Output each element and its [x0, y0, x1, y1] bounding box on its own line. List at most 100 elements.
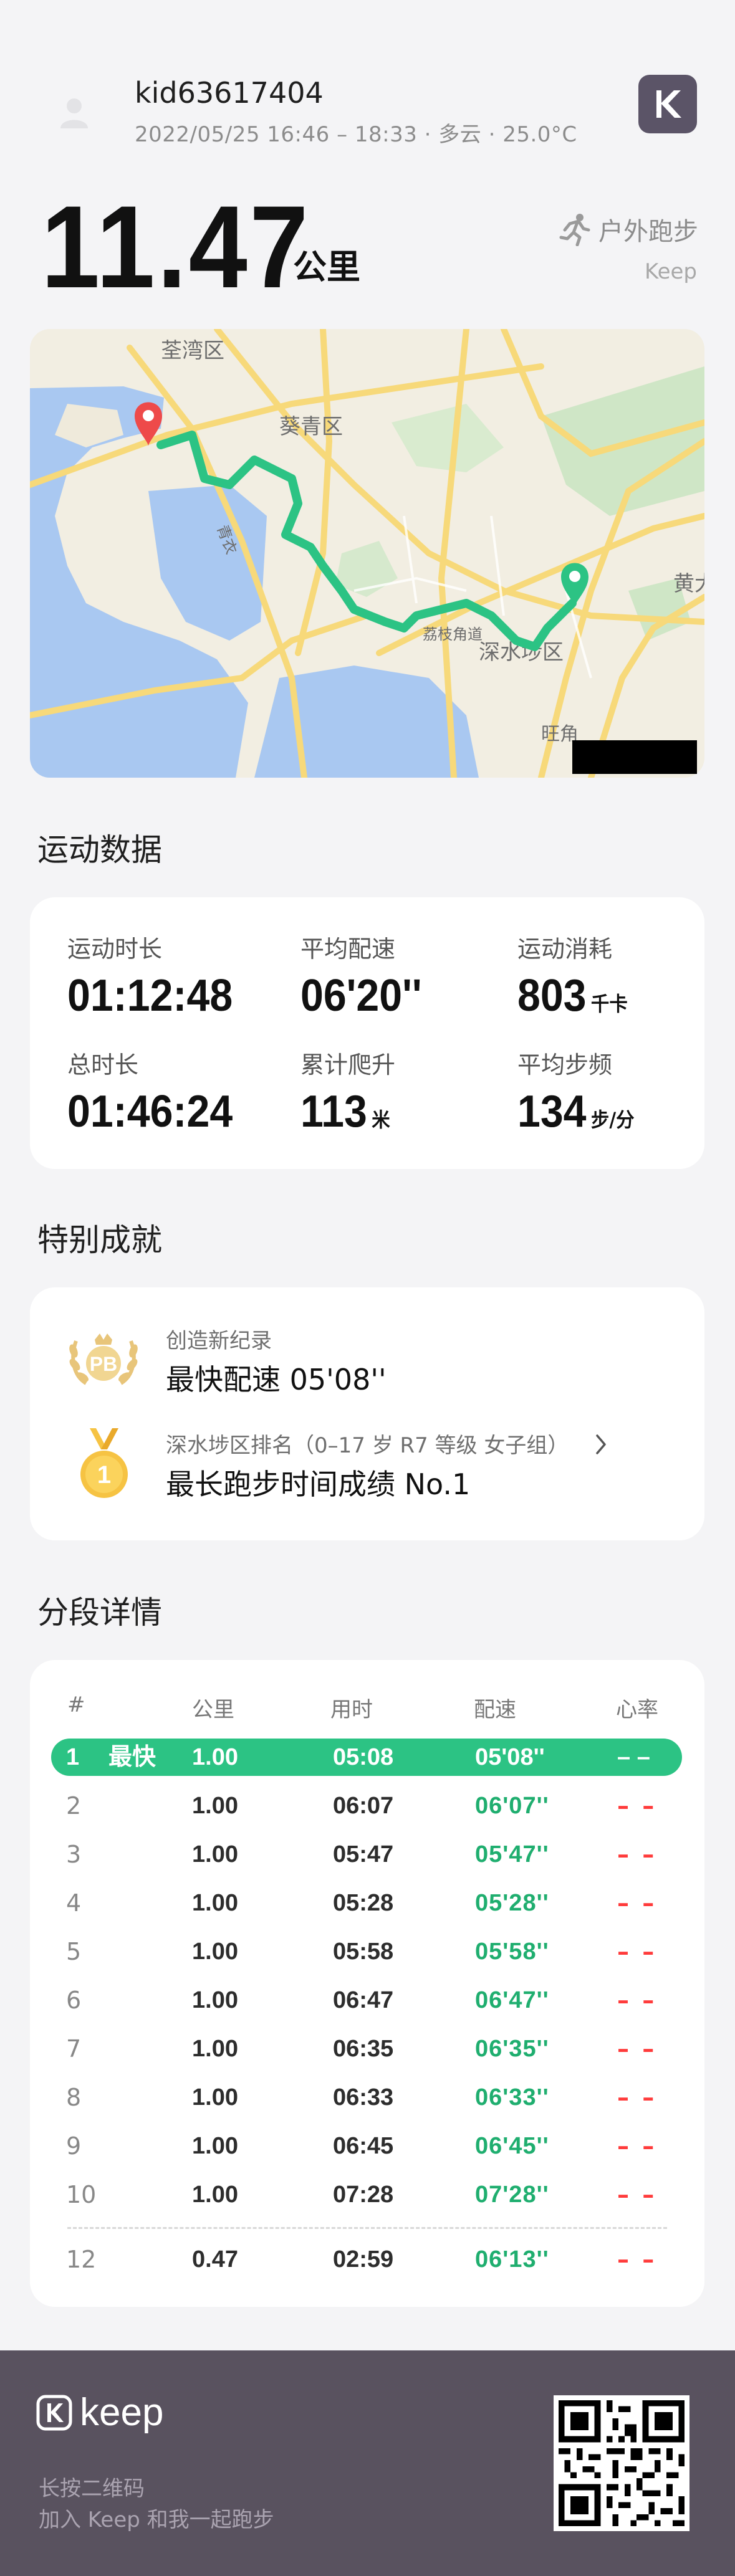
distance-unit: 公里	[293, 247, 360, 287]
split-time: 06:35	[333, 2036, 394, 2062]
sport-type-label: 户外跑步	[598, 217, 698, 246]
split-hr: – –	[617, 2084, 657, 2111]
split-time: 02:59	[333, 2246, 394, 2273]
stat-label: 累计爬升	[300, 1051, 396, 1079]
split-time: 06:47	[333, 1987, 394, 2013]
stat-value: 113 米	[300, 1087, 390, 1137]
split-pace: 05'47''	[475, 1841, 549, 1868]
splits-header-pace: 配速	[474, 1697, 516, 1722]
split-km: 1.00	[192, 1793, 238, 1819]
split-row-fastest[interactable]: 1 最快 1.00 05:08 05'08'' – –	[51, 1739, 682, 1776]
split-pace: 05'28''	[475, 1890, 549, 1916]
split-index: 7	[66, 2035, 82, 2063]
chevron-right-icon[interactable]	[593, 1433, 608, 1456]
split-row[interactable]: 2 1.00 06:07 06'07'' – –	[51, 1787, 682, 1825]
activity-header: kid63617404 2022/05/25 16:46 – 18:33 · 多…	[0, 0, 735, 174]
activity-meta: 2022/05/25 16:46 – 18:33 · 多云 · 25.0°C	[135, 122, 577, 147]
split-time: 05:47	[333, 1841, 394, 1868]
split-row[interactable]: 4 1.00 05:28 05'28'' – –	[51, 1884, 682, 1922]
splits-collapsed-divider[interactable]	[67, 2227, 667, 2229]
achievement-title: 最快配速 05'08''	[166, 1363, 387, 1396]
footer-logo: keep	[36, 2390, 163, 2435]
stat-value: 01:46:24	[67, 1087, 233, 1137]
fastest-tag: 最快	[108, 1744, 156, 1770]
split-time: 07:28	[333, 2182, 394, 2208]
splits-section-title: 分段详情	[37, 1595, 162, 1631]
map-canvas: 荃湾区 葵青区 黄大 深水埗区 旺角 青衣 荔枝角道	[30, 329, 704, 778]
share-footer: keep 长按二维码 加入 Keep 和我一起跑步	[0, 2350, 735, 2576]
split-time: 05:28	[333, 1890, 394, 1916]
split-hr: – –	[617, 2246, 657, 2273]
total-distance: 11.47	[41, 181, 311, 312]
split-hr: – –	[617, 1889, 657, 1917]
qr-code-icon[interactable]	[554, 2395, 689, 2531]
split-pace: 05'08''	[475, 1744, 545, 1770]
stats-card: 运动时长 01:12:48 平均配速 06'20'' 运动消耗 803 千卡 总时…	[30, 897, 704, 1169]
stat-value: 803 千卡	[517, 971, 628, 1021]
split-km: 0.47	[192, 2246, 238, 2273]
split-index: 5	[66, 1938, 82, 1965]
split-index: 3	[66, 1841, 82, 1868]
split-index: 12	[66, 2246, 97, 2273]
brand-label: Keep	[644, 259, 697, 284]
split-index: 10	[66, 2181, 97, 2208]
stat-label: 运动时长	[67, 935, 163, 963]
end-pin-icon	[561, 563, 588, 607]
split-pace: 06'35''	[475, 2036, 549, 2062]
user-avatar-icon[interactable]	[55, 92, 94, 131]
stat-label: 运动消耗	[517, 935, 613, 963]
footer-invite: 加入 Keep 和我一起跑步	[39, 2507, 274, 2532]
split-index: 2	[66, 1792, 82, 1820]
split-hr: – –	[617, 2035, 657, 2063]
splits-header-index: #	[67, 1692, 85, 1717]
split-pace: 06'07''	[475, 1793, 549, 1819]
split-km: 1.00	[192, 1890, 238, 1916]
map-attribution-redacted	[572, 740, 697, 774]
stat-label: 平均步频	[517, 1051, 613, 1079]
split-index: 1	[66, 1744, 80, 1770]
split-index: 8	[66, 2084, 82, 2111]
split-pace: 06'13''	[475, 2246, 549, 2273]
split-row[interactable]: 9 1.00 06:45 06'45'' – –	[51, 2127, 682, 2165]
stat-label: 平均配速	[300, 935, 396, 963]
split-hr: – –	[617, 1987, 657, 2014]
achievement-subtitle[interactable]: 深水埗区排名（0–17 岁 R7 等级 女子组）	[166, 1428, 569, 1459]
svg-text:1: 1	[97, 1461, 111, 1489]
split-km: 1.00	[192, 1744, 238, 1770]
split-time: 06:07	[333, 1793, 394, 1819]
map-label: 葵青区	[279, 414, 343, 439]
splits-header-km: 公里	[192, 1697, 234, 1722]
svg-text:PB: PB	[90, 1353, 117, 1375]
stat-value: 06'20''	[300, 971, 422, 1021]
split-row[interactable]: 6 1.00 06:47 06'47'' – –	[51, 1982, 682, 2019]
splits-header-time: 用时	[330, 1697, 373, 1722]
route-map[interactable]: 荃湾区 葵青区 黄大 深水埗区 旺角 青衣 荔枝角道	[30, 329, 704, 778]
split-time: 05:58	[333, 1939, 394, 1965]
split-row[interactable]: 7 1.00 06:35 06'35'' – –	[51, 2030, 682, 2068]
split-hr: – –	[617, 1938, 657, 1965]
split-hr: – –	[617, 1841, 657, 1868]
gold-medal-icon[interactable]: 1	[76, 1428, 132, 1503]
username[interactable]: kid63617404	[135, 76, 324, 110]
achievements-section-title: 特别成就	[37, 1222, 162, 1258]
map-label: 荔枝角道	[423, 626, 483, 643]
split-pace: 06'47''	[475, 1987, 549, 2013]
split-hr: – –	[617, 1792, 657, 1820]
stat-value: 134 步/分	[517, 1087, 635, 1137]
map-label: 黄大	[673, 571, 704, 596]
split-km: 1.00	[192, 1939, 238, 1965]
running-person-icon	[559, 214, 590, 246]
split-row[interactable]: 10 1.00 07:28 07'28'' – –	[51, 2176, 682, 2213]
keep-k-logo-icon[interactable]	[638, 75, 697, 133]
split-time: 05:08	[333, 1744, 394, 1770]
split-row[interactable]: 5 1.00 05:58 05'58'' – –	[51, 1933, 682, 1970]
achievement-title: 最长跑步时间成绩 No.1	[166, 1467, 471, 1501]
split-row-last[interactable]: 12 0.47 02:59 06'13'' – –	[51, 2241, 682, 2278]
split-index: 9	[66, 2132, 82, 2160]
split-row[interactable]: 3 1.00 05:47 05'47'' – –	[51, 1836, 682, 1873]
split-hr: – –	[617, 2181, 657, 2208]
stats-section-title: 运动数据	[37, 832, 162, 868]
split-row[interactable]: 8 1.00 06:33 06'33'' – –	[51, 2079, 682, 2116]
split-km: 1.00	[192, 2084, 238, 2111]
split-hr: – –	[617, 2132, 657, 2160]
